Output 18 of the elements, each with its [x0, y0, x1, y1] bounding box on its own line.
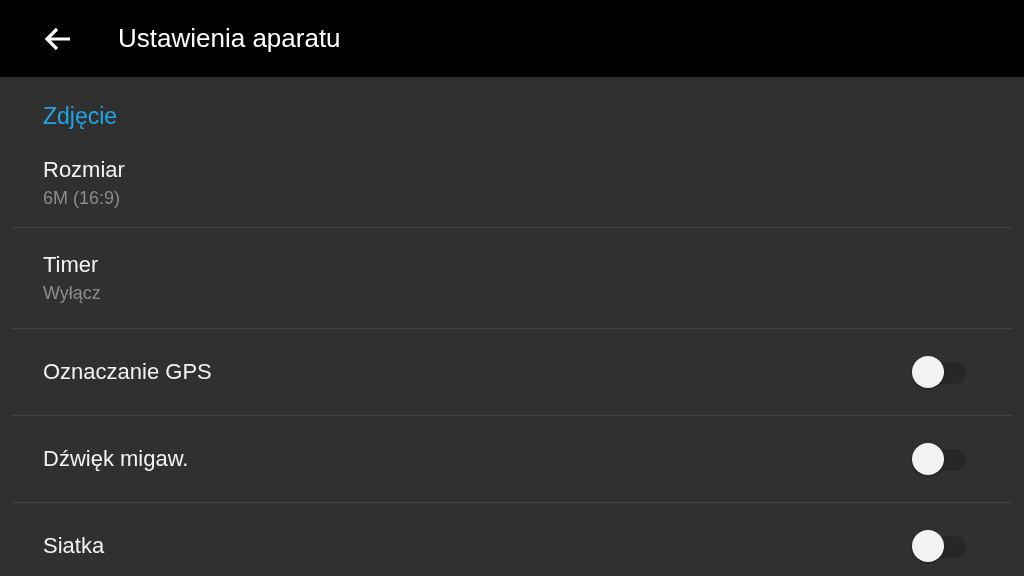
setting-title: Dźwięk migaw. — [43, 446, 189, 472]
setting-title: Timer — [43, 252, 100, 278]
setting-title: Rozmiar — [43, 157, 125, 183]
setting-row[interactable]: Timer Wyłącz — [12, 228, 1012, 329]
setting-value: Wyłącz — [43, 283, 101, 304]
setting-row[interactable]: Siatka — [12, 503, 1012, 576]
setting-value: 6M (16:9) — [43, 188, 122, 209]
setting-row[interactable]: Dźwięk migaw. — [12, 416, 1012, 503]
back-arrow-icon — [44, 25, 72, 52]
screen-title: Ustawienia aparatu — [118, 23, 341, 54]
setting-title: Oznaczanie GPS — [43, 359, 212, 385]
setting-row[interactable]: Rozmiar 6M (16:9) — [12, 139, 1012, 228]
toggle-switch[interactable] — [912, 356, 966, 388]
toggle-switch[interactable] — [912, 443, 966, 475]
setting-row[interactable]: Oznaczanie GPS — [12, 329, 1012, 416]
section-header: Zdjęcie — [42, 102, 119, 131]
setting-title: Siatka — [43, 533, 105, 559]
toggle-switch[interactable] — [912, 530, 966, 562]
